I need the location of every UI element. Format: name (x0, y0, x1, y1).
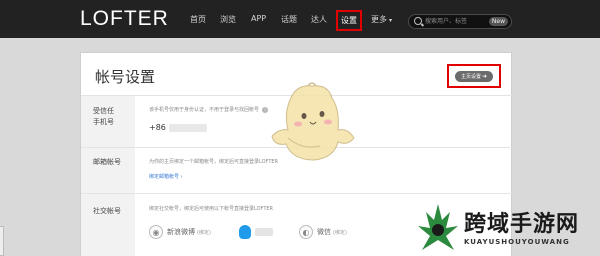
nav-item-experts[interactable]: 达人 (311, 14, 327, 25)
email-row-label: 邮箱帐号 (81, 148, 135, 193)
phone-row-label: 受信任 手机号 (81, 96, 135, 147)
homepage-settings-label: 主页设置 (460, 74, 481, 80)
phone-country-code: +86 (149, 123, 166, 132)
social-row-label: 社交帐号 (81, 194, 135, 256)
social-account-weibo[interactable]: ◉ 新浪微博 (绑定) (149, 224, 211, 240)
weibo-status: (绑定) (197, 229, 211, 236)
social-label: 社交帐号 (93, 207, 121, 215)
phone-description: 该手机号仅用于身份认证，不用于登录与找回帐号 i (149, 106, 269, 113)
homepage-settings-highlight: 主页设置➜ (447, 64, 501, 88)
weibo-name: 新浪微博 (167, 228, 195, 236)
nav-item-app[interactable]: APP (251, 14, 266, 23)
nav-more-label: 更多 (371, 15, 387, 24)
watermark-subtitle: KUAYUSHOUYOUWANG (464, 238, 570, 246)
wechat-name: 微信 (317, 228, 331, 236)
mascot-illustration (271, 82, 355, 161)
social-description: 绑定社交帐号，绑定后可使用以下帐号直接登录LOFTER (149, 206, 274, 212)
email-label: 邮箱帐号 (93, 158, 121, 166)
social-account-wechat[interactable]: ◐ 微信 (绑定) (299, 224, 347, 240)
search-icon[interactable] (414, 17, 422, 25)
top-nav-bar: LOFTER 首页 浏览 APP 话题 达人 设置 更多▾ New (0, 0, 600, 38)
bind-email-link[interactable]: 绑定邮箱帐号 › (149, 173, 183, 180)
phone-number: +86 (149, 123, 207, 132)
search-input[interactable] (425, 16, 485, 27)
phone-label-line1: 受信任 (93, 107, 114, 115)
side-tab[interactable] (0, 226, 4, 256)
homepage-settings-button[interactable]: 主页设置➜ (455, 71, 493, 82)
watermark: 跨域手游网 KUAYUSHOUYOUWANG (414, 200, 600, 256)
email-description: 为你的主页绑定一个邮箱帐号，绑定后可直接登录LOFTER (149, 159, 279, 165)
watermark-logo-icon (418, 204, 458, 250)
nav-item-settings[interactable]: 设置 (336, 10, 362, 31)
watermark-title: 跨域手游网 (464, 212, 580, 237)
weibo-icon: ◉ (149, 225, 163, 239)
phone-description-text: 该手机号仅用于身份认证，不用于登录与找回帐号 (149, 107, 260, 113)
search-box[interactable]: New (408, 14, 512, 29)
chevron-down-icon: ▾ (389, 17, 393, 24)
new-badge: New (488, 17, 508, 26)
nav-item-browse[interactable]: 浏览 (220, 14, 236, 25)
qq-name-blurred (255, 228, 273, 236)
phone-number-blurred (168, 123, 207, 132)
phone-label-line2: 手机号 (93, 118, 114, 126)
nav-item-more[interactable]: 更多 ▾ (371, 14, 392, 25)
arrow-right-icon: ➜ (481, 73, 488, 80)
lofter-logo[interactable]: LOFTER (80, 7, 169, 31)
social-account-qq[interactable] (239, 224, 273, 240)
nav-item-topics[interactable]: 话题 (281, 14, 297, 25)
nav-item-home[interactable]: 首页 (190, 14, 206, 25)
wechat-status: (绑定) (333, 229, 347, 236)
wechat-icon: ◐ (299, 225, 313, 239)
page-title: 帐号设置 (95, 68, 156, 86)
qq-icon (239, 225, 251, 239)
